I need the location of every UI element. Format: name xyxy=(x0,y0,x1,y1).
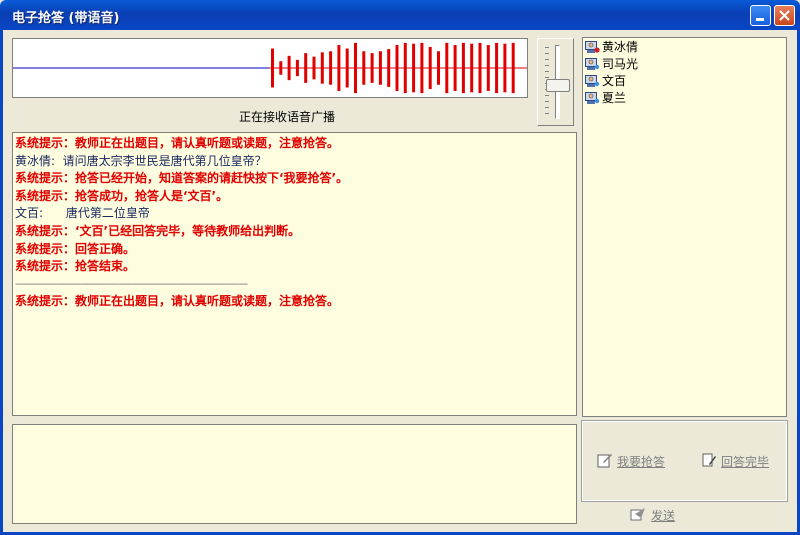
wave-bar xyxy=(370,53,374,83)
wave-bar xyxy=(329,51,333,85)
user-list-item[interactable]: 黄冰倩 xyxy=(585,39,784,56)
slider-thumb[interactable] xyxy=(546,79,570,92)
wave-bar xyxy=(453,45,457,91)
wave-bar xyxy=(503,43,507,93)
user-name: 司马光 xyxy=(602,57,639,71)
system-message: 系统提示：教师正在出题目，请认真听题或读题，注意抢答。 xyxy=(15,136,340,150)
user-list-item[interactable]: 文百 xyxy=(585,73,784,90)
close-button[interactable] xyxy=(774,5,795,26)
wave-bar xyxy=(495,42,499,94)
wave-bar xyxy=(378,51,382,85)
system-message: 系统提示：抢答成功，抢答人是‘文百’。 xyxy=(15,188,229,203)
user-icon xyxy=(585,92,600,104)
buzz-button[interactable]: 我要抢答 xyxy=(597,453,666,470)
wave-bar xyxy=(295,59,299,77)
wave-bar xyxy=(412,43,416,93)
wave-bar xyxy=(312,56,316,80)
wave-bar xyxy=(470,43,474,93)
system-message: 系统提示：‘文百’已经回答完毕，等待教师给出判断。 xyxy=(15,223,301,238)
wave-bar xyxy=(337,45,341,91)
user-speaking-icon xyxy=(585,41,600,53)
system-message: 系统提示：回答正确。 xyxy=(15,241,136,256)
answer-done-label: 回答完毕 xyxy=(721,455,770,469)
user-message: 文百: 唐代第二位皇帝 xyxy=(15,206,150,221)
system-message: 系统提示：教师正在出题目，请认真听题或读题，注意抢答。 xyxy=(15,294,340,309)
user-list[interactable]: 黄冰倩司马光文百夏兰 xyxy=(582,37,787,417)
title-bar[interactable]: 电子抢答 (带语音) xyxy=(0,0,800,30)
user-name: 黄冰倩 xyxy=(602,40,639,54)
wave-bar xyxy=(354,42,357,94)
audio-status: 正在接收语音广播 xyxy=(238,110,335,124)
buzz-label: 我要抢答 xyxy=(617,455,666,469)
wave-bar xyxy=(362,51,366,85)
send-icon xyxy=(630,508,645,521)
wave-bar xyxy=(478,42,482,94)
volume-slider[interactable] xyxy=(537,38,574,126)
wave-bar xyxy=(486,45,490,91)
wave-bar xyxy=(320,52,324,84)
user-list-item[interactable]: 夏兰 xyxy=(585,90,784,107)
user-icon xyxy=(585,58,600,70)
pencil-pad-icon xyxy=(597,454,612,468)
minimize-icon xyxy=(756,18,764,21)
answer-done-button[interactable]: 回答完毕 xyxy=(702,453,770,470)
wave-bar xyxy=(279,61,283,75)
wave-bar xyxy=(271,48,274,88)
wave-bar xyxy=(461,42,465,94)
user-icon xyxy=(585,75,600,87)
user-name: 夏兰 xyxy=(602,91,627,105)
system-message: 系统提示：抢答已经开始，知道答案的请赶快按下‘我要抢答’。 xyxy=(15,171,349,186)
send-button[interactable]: 发送 xyxy=(630,507,676,524)
wave-bar xyxy=(511,42,515,94)
pen-document-icon xyxy=(702,453,716,467)
wave-bar xyxy=(403,42,407,94)
wave-bar xyxy=(395,45,399,91)
minimize-button[interactable] xyxy=(750,5,771,26)
wave-bar xyxy=(445,42,449,94)
send-label: 发送 xyxy=(651,509,676,523)
system-message: 系统提示：抢答结束。 xyxy=(15,259,136,274)
close-icon xyxy=(779,10,790,21)
wave-bar xyxy=(437,51,440,85)
action-panel: 我要抢答 回答完毕 xyxy=(581,420,788,502)
wave-bar xyxy=(420,42,424,94)
wave-bar xyxy=(345,48,349,88)
audio-waveform xyxy=(12,38,528,98)
user-list-item[interactable]: 司马光 xyxy=(585,56,784,73)
user-message: 黄冰倩: 请问唐太宗李世民是唐代第几位皇帝？ xyxy=(15,153,267,168)
message-input[interactable] xyxy=(12,424,577,524)
window-title: 电子抢答 (带语音) xyxy=(12,11,120,26)
wave-bar xyxy=(304,53,308,83)
wave-bar xyxy=(387,49,391,87)
user-name: 文百 xyxy=(602,74,627,88)
separator-line: ----------------------------------------… xyxy=(15,278,248,290)
wave-bar xyxy=(428,46,432,90)
wave-bar xyxy=(287,55,291,81)
message-log[interactable]: 系统提示：教师正在出题目，请认真听题或读题，注意抢答。 黄冰倩: 请问唐太宗李世民… xyxy=(12,132,577,416)
